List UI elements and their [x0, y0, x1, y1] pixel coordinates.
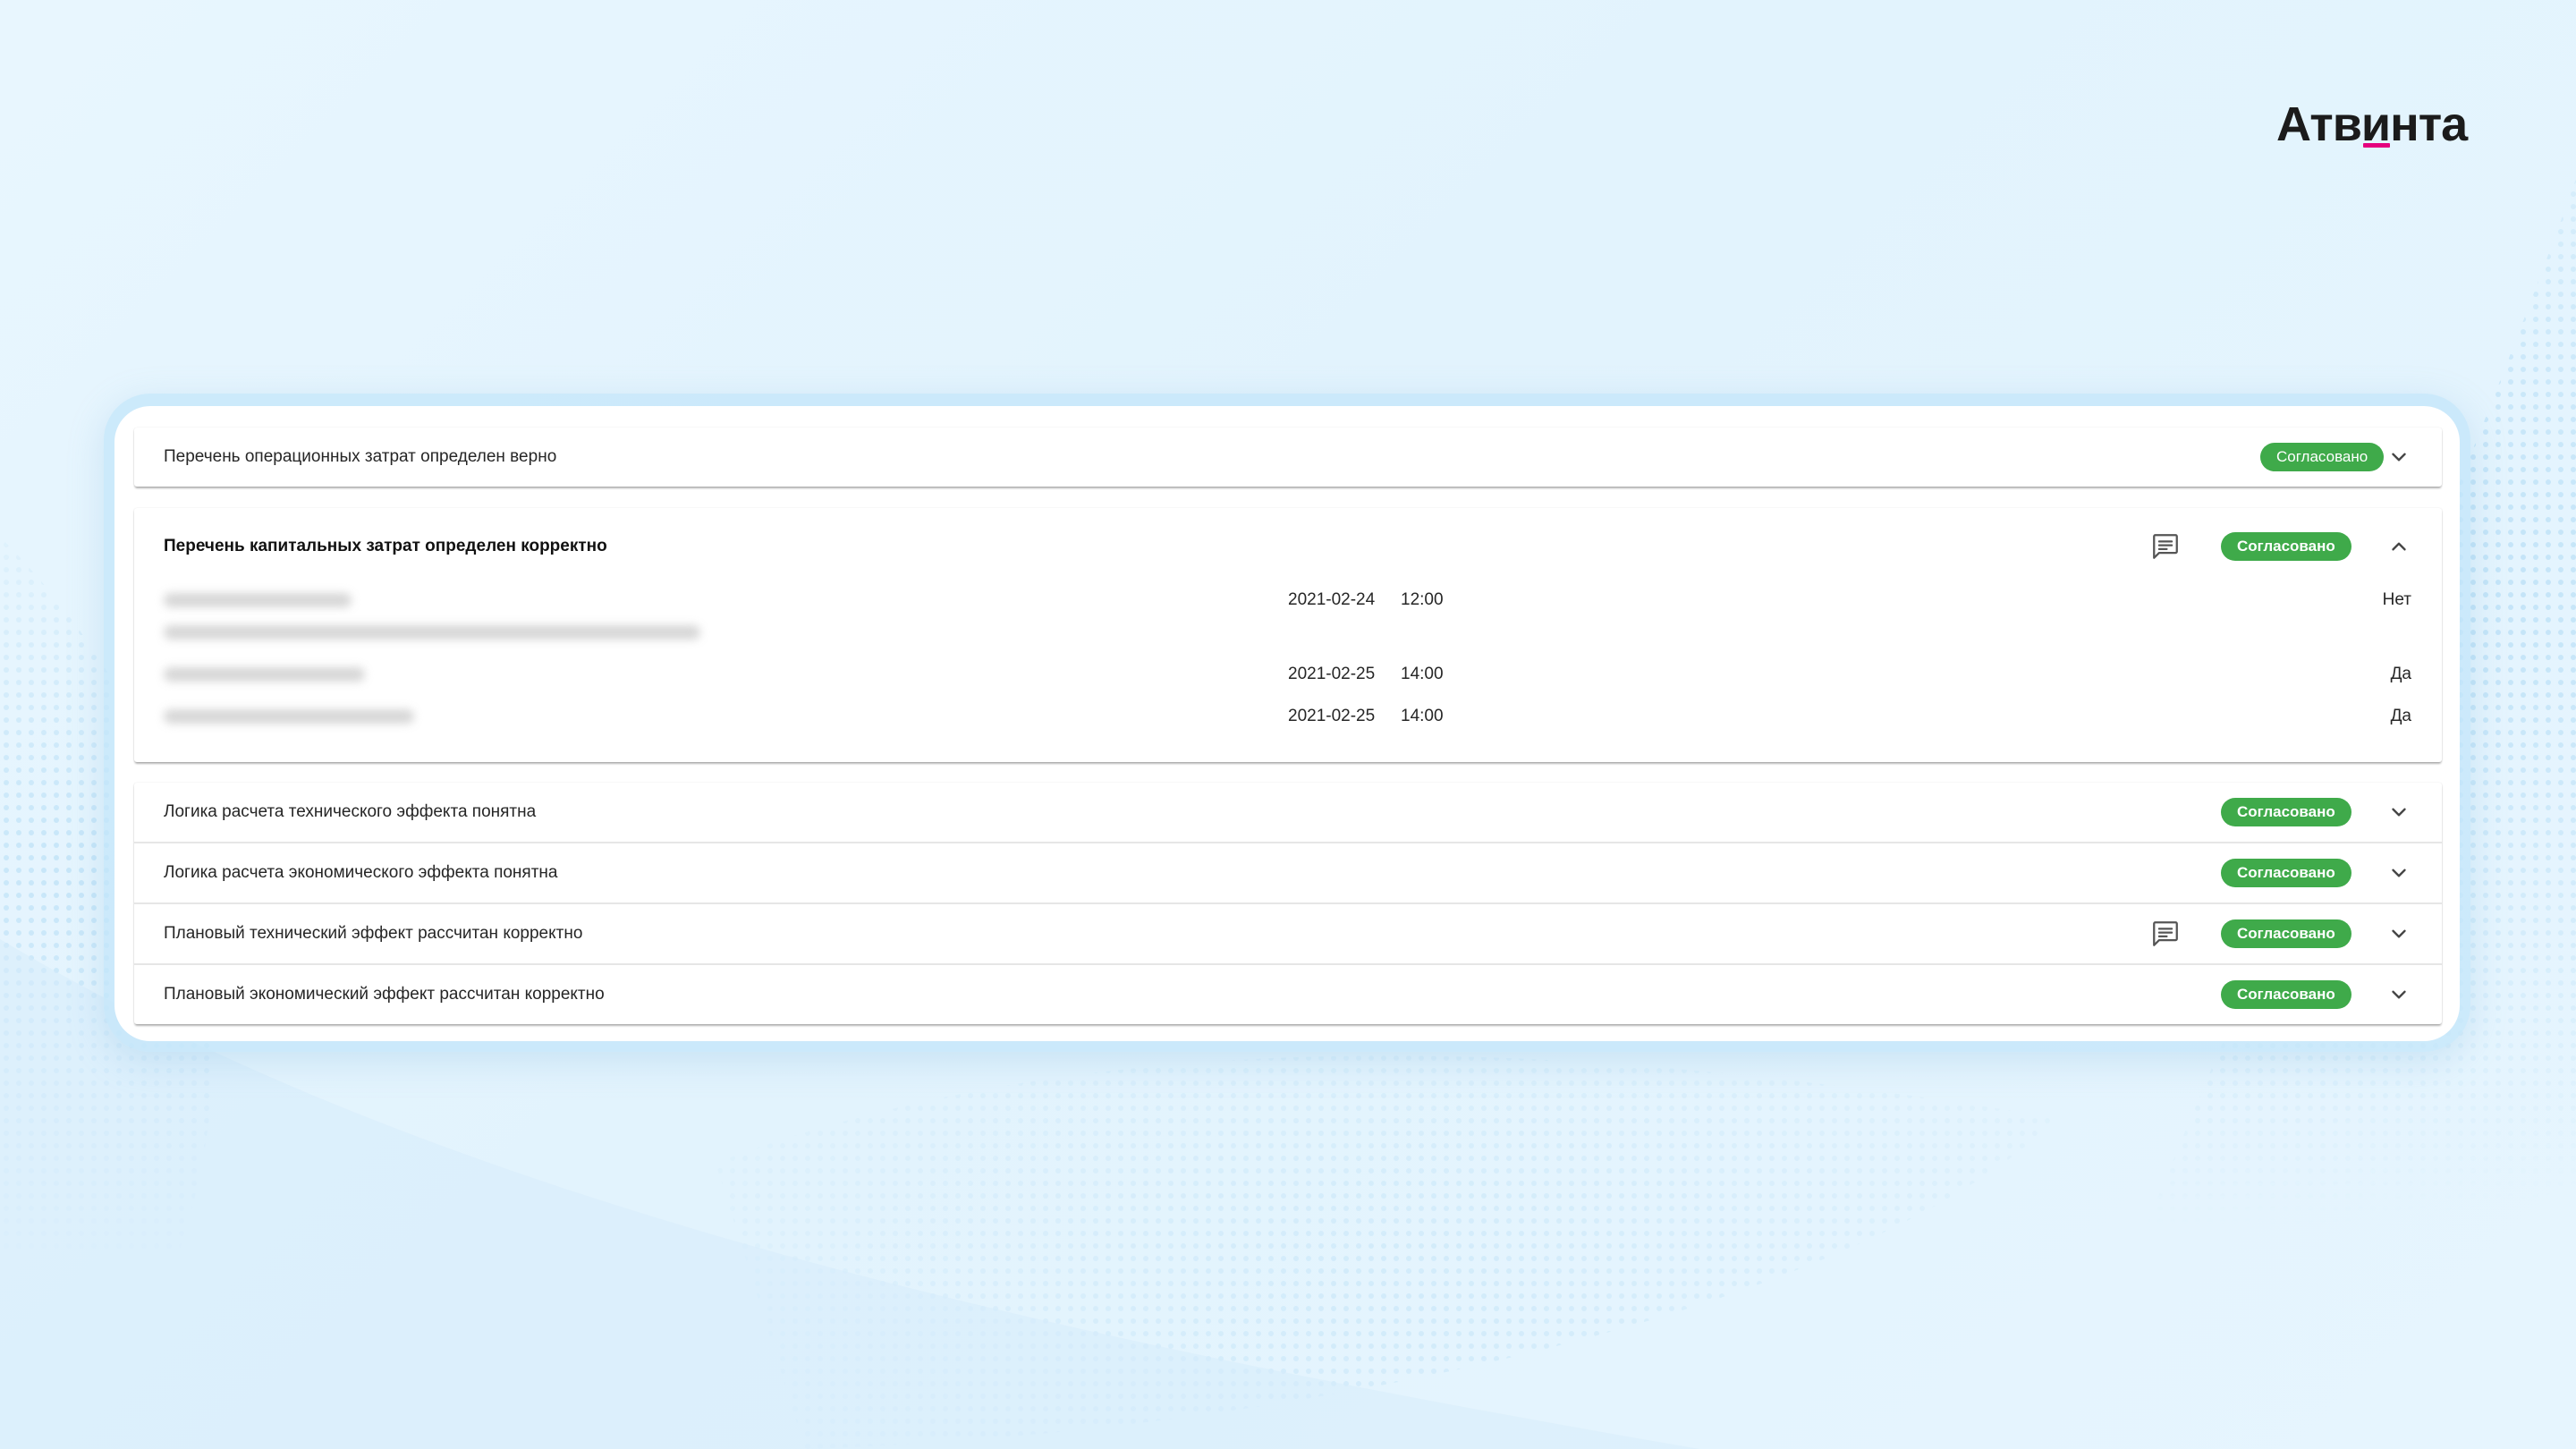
detail-time: 12:00 [1401, 590, 1444, 609]
comment-icon[interactable] [2150, 531, 2181, 562]
status-badge: Согласовано [2221, 919, 2351, 948]
criterion-title: Перечень капитальных затрат определен ко… [164, 537, 607, 555]
detail-answer: Да [2390, 707, 2411, 725]
criterion-header[interactable]: Перечень капитальных затрат определен ко… [134, 508, 2442, 585]
criterion-header[interactable]: Логика расчета технического эффекта поня… [134, 783, 2442, 842]
criterion-header[interactable]: Перечень операционных затрат определен в… [134, 428, 2442, 487]
criterion-group: Логика расчета технического эффекта поня… [134, 783, 2442, 1024]
status-badge: Согласовано [2221, 859, 2351, 887]
status-badge: Согласовано [2260, 443, 2385, 471]
redacted-position [164, 625, 700, 640]
detail-date: 2021-02-24 [1288, 590, 1376, 609]
chevron-down-icon[interactable] [2387, 861, 2411, 885]
chevron-down-icon[interactable] [2387, 983, 2411, 1006]
detail-answer: Нет [2382, 590, 2411, 609]
criterion-title: Логика расчета технического эффекта поня… [164, 802, 537, 821]
redacted-name [164, 667, 365, 682]
criterion-header[interactable]: Плановый экономический эффект рассчитан … [134, 963, 2442, 1024]
chevron-down-icon[interactable] [2387, 922, 2411, 945]
chevron-down-icon[interactable] [2387, 801, 2411, 824]
criterion-title: Логика расчета экономического эффекта по… [164, 863, 558, 882]
brand-logo-accent [2363, 143, 2390, 148]
criterion-title: Плановый экономический эффект рассчитан … [164, 985, 605, 1004]
redacted-name [164, 709, 414, 724]
comment-icon[interactable] [2150, 919, 2181, 949]
redacted-name [164, 593, 352, 607]
criterion-title: Перечень операционных затрат определен в… [164, 447, 557, 466]
criterion-header[interactable]: Плановый технический эффект рассчитан ко… [134, 902, 2442, 963]
status-badge: Согласовано [2221, 980, 2351, 1009]
chevron-up-icon[interactable] [2387, 535, 2411, 558]
status-badge: Согласовано [2221, 532, 2351, 561]
criterion-title: Плановый технический эффект рассчитан ко… [164, 924, 583, 943]
detail-date: 2021-02-25 [1288, 665, 1376, 683]
detail-time: 14:00 [1401, 707, 1444, 725]
detail-time: 14:00 [1401, 665, 1444, 683]
chevron-down-icon[interactable] [2387, 445, 2411, 469]
detail-date: 2021-02-25 [1288, 707, 1376, 725]
status-badge: Согласовано [2221, 798, 2351, 826]
criterion-card-expanded: Перечень капитальных затрат определен ко… [134, 508, 2442, 762]
criterion-card: Перечень операционных затрат определен в… [134, 428, 2442, 487]
detail-answer: Да [2390, 665, 2411, 683]
criterion-header[interactable]: Логика расчета экономического эффекта по… [134, 842, 2442, 902]
